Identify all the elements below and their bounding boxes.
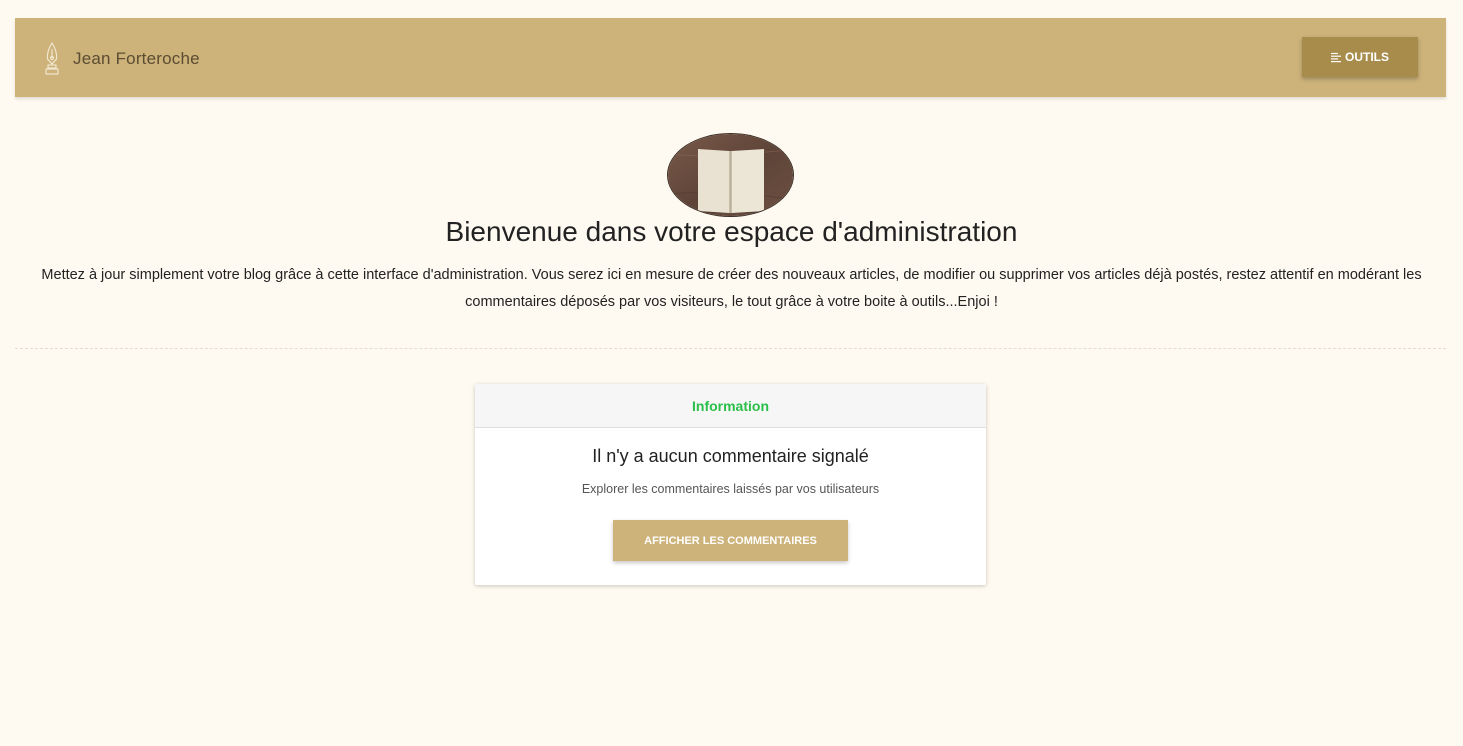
page-title: Bienvenue dans votre espace d'administra… bbox=[445, 216, 1018, 247]
brand-link[interactable]: Jean Forteroche bbox=[43, 42, 200, 76]
information-card: Information Il n'y a aucun commentaire s… bbox=[475, 384, 986, 585]
tools-button[interactable]: OUTILS bbox=[1302, 37, 1418, 77]
page-description: Mettez à jour simplement votre blog grâc… bbox=[41, 267, 1422, 310]
card-text: Explorer les commentaires laissés par vo… bbox=[581, 482, 880, 496]
show-comments-button[interactable]: AFFICHER LES COMMENTAIRES bbox=[613, 520, 848, 561]
page: Jean Forteroche OUTILS Bienvenue dans vo… bbox=[0, 0, 1463, 746]
fountain-pen-icon bbox=[45, 42, 59, 75]
tools-button-label: OUTILS bbox=[1345, 50, 1389, 64]
brand-name: Jean Forteroche bbox=[73, 49, 200, 68]
card-title: Il n'y a aucun commentaire signalé bbox=[592, 446, 869, 466]
open-book-photo bbox=[668, 134, 793, 216]
card-header: Information bbox=[475, 384, 986, 428]
navbar: Jean Forteroche OUTILS bbox=[15, 18, 1446, 97]
section-divider bbox=[15, 348, 1446, 349]
open-book-image bbox=[667, 133, 794, 217]
list-icon bbox=[1331, 52, 1341, 62]
